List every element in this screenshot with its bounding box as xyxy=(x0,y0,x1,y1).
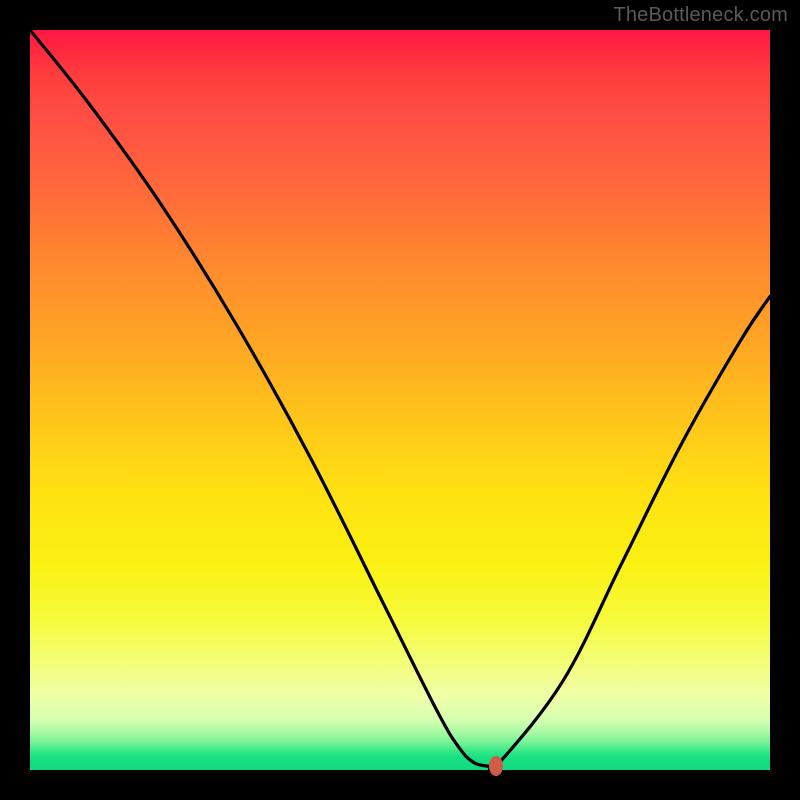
bottleneck-curve xyxy=(30,30,770,770)
gradient-plot-area xyxy=(30,30,770,770)
chart-frame: TheBottleneck.com xyxy=(0,0,800,800)
bottleneck-marker xyxy=(489,756,503,776)
curve-svg xyxy=(30,30,770,770)
watermark-text: TheBottleneck.com xyxy=(613,4,788,27)
